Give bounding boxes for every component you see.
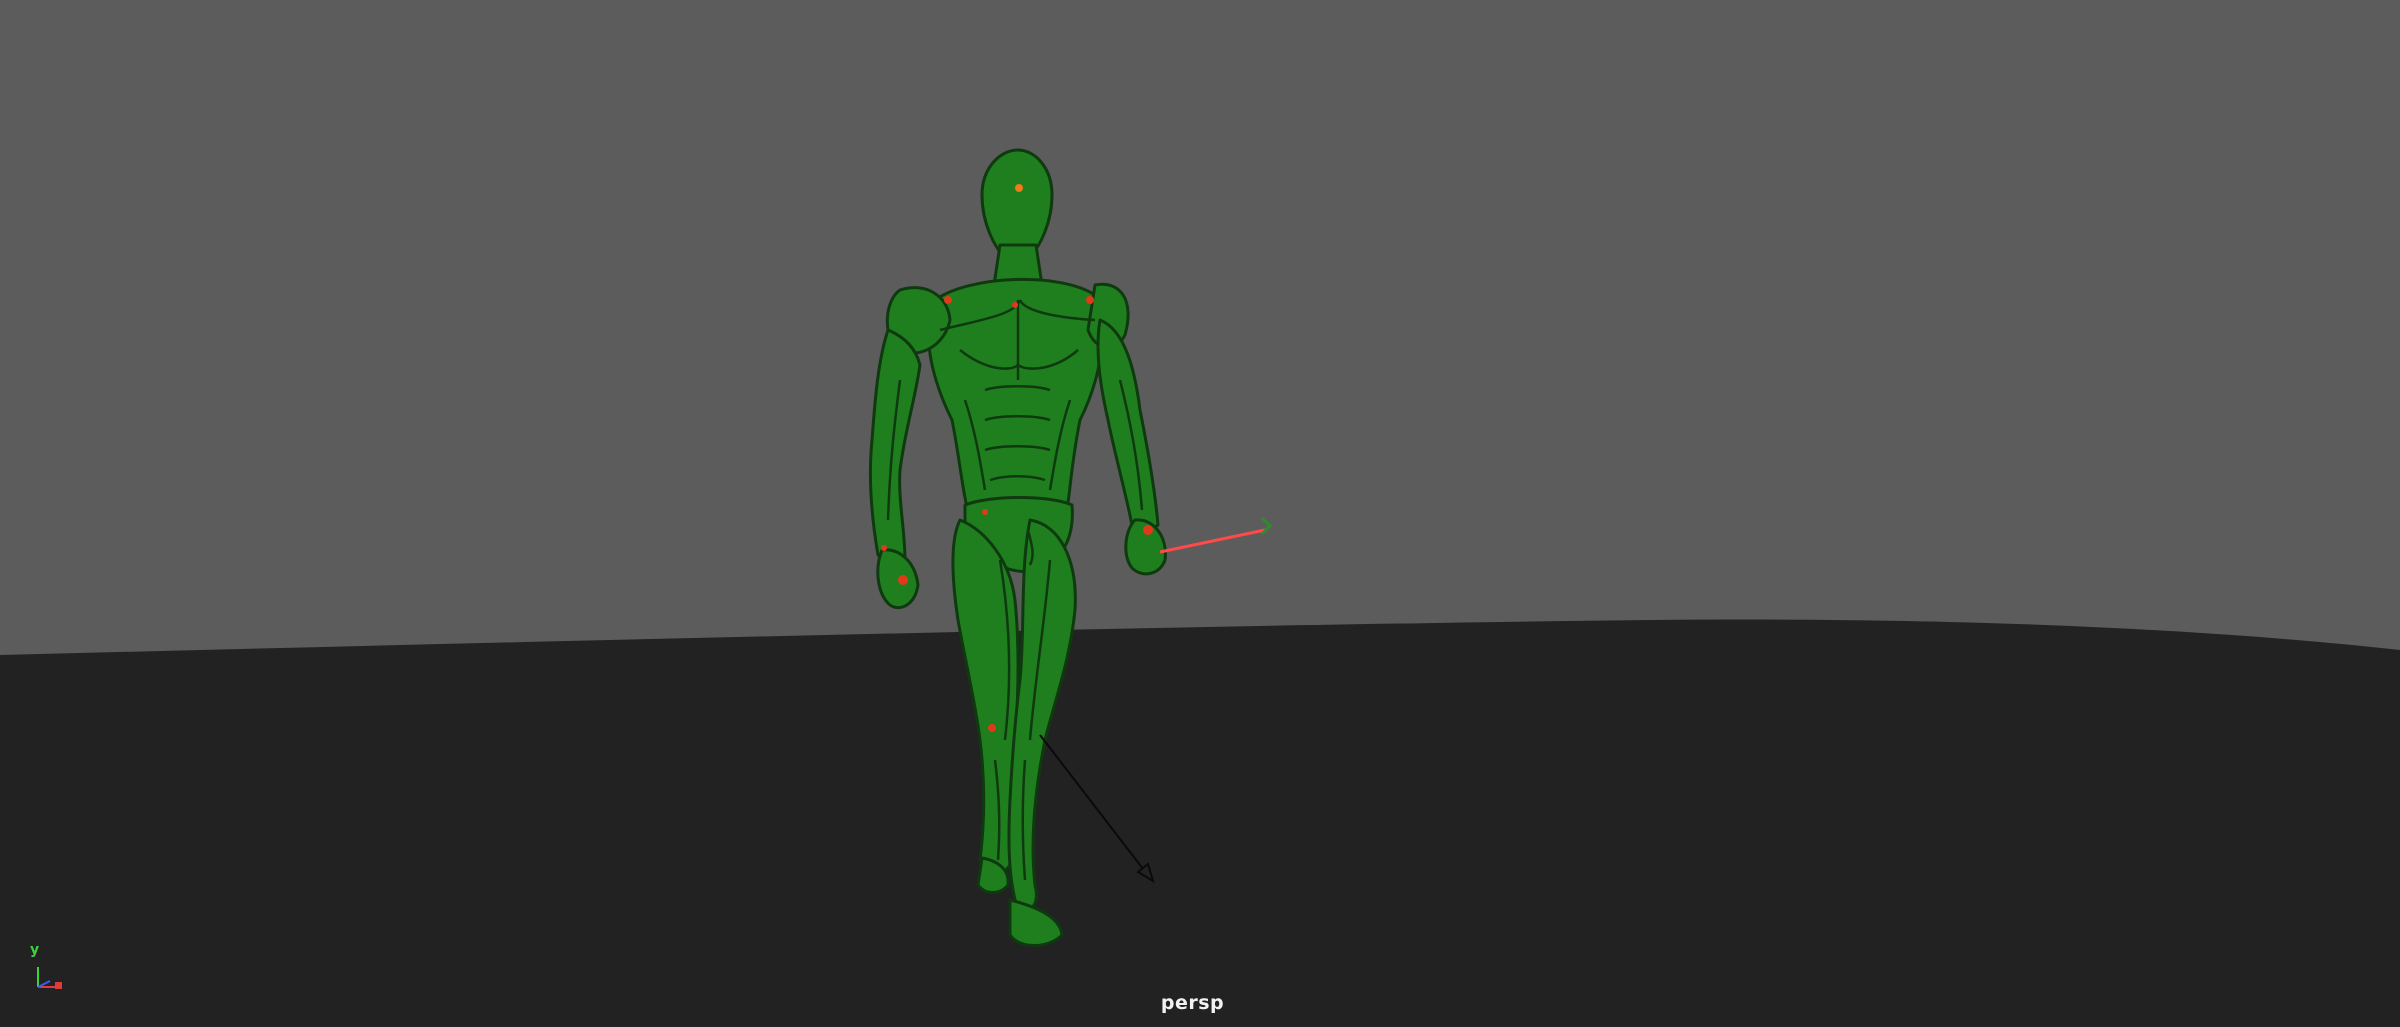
joint-chest <box>1012 302 1018 308</box>
axis-y-label: y <box>30 942 40 958</box>
joint-hip-right <box>982 509 988 515</box>
joint-shoulder-right <box>944 296 952 304</box>
maya-3d-viewport[interactable]: y persp <box>0 0 2400 1027</box>
ground-plane <box>0 619 2400 1027</box>
joint-wrist-left <box>1143 525 1153 535</box>
joint-elbow-right <box>881 545 887 551</box>
joint-wrist-right <box>898 575 908 585</box>
view-axis-icon: y <box>24 942 74 995</box>
scene-canvas[interactable] <box>0 0 2400 1027</box>
camera-name-label: persp <box>1160 992 1225 1014</box>
joint-head <box>1015 184 1023 192</box>
joint-knee-right <box>988 724 996 732</box>
joint-shoulder-left <box>1086 296 1094 304</box>
